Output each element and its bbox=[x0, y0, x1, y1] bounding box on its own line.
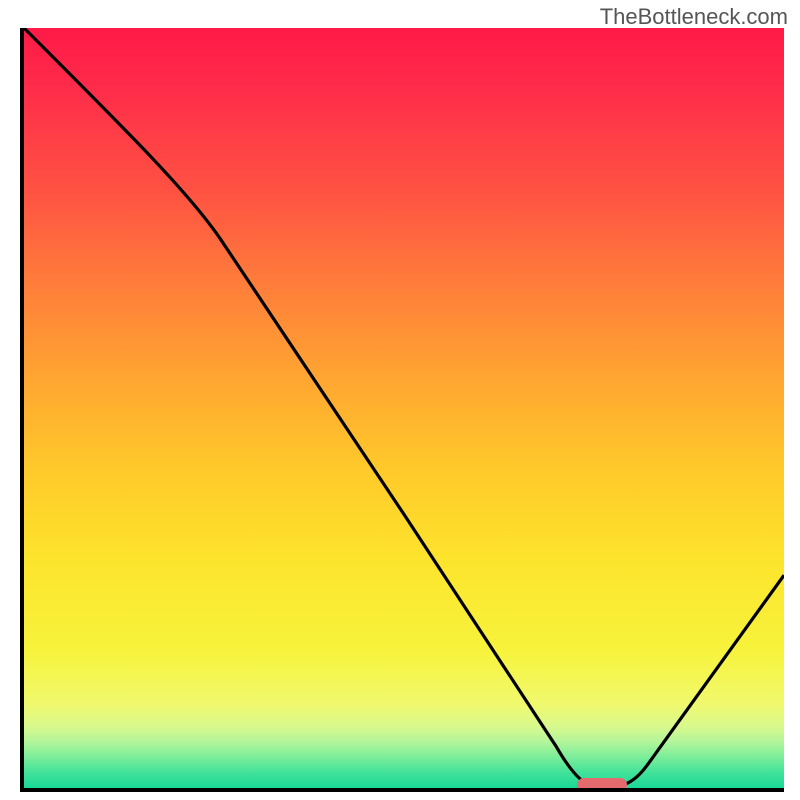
watermark-text: TheBottleneck.com bbox=[600, 4, 788, 30]
chart-marker bbox=[577, 778, 627, 792]
chart-curve bbox=[24, 28, 784, 788]
chart-plot-area bbox=[20, 28, 784, 792]
